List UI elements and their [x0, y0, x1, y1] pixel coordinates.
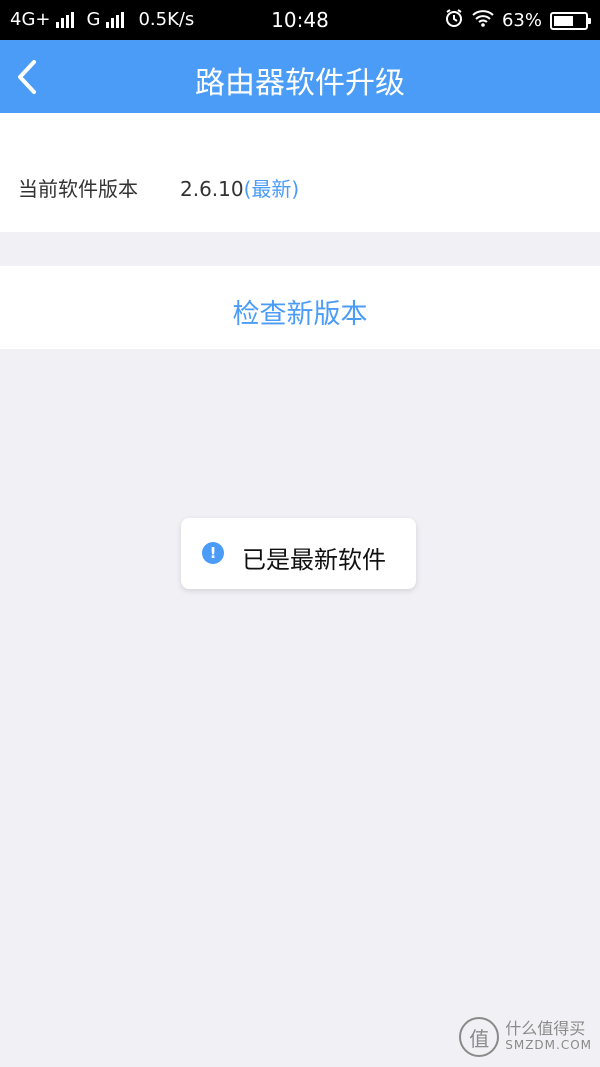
battery-icon [550, 11, 591, 30]
check-new-version-button[interactable]: 检查新版本 [0, 266, 600, 349]
status-bar: 4G+ G 0.5K/s 10:48 63% [0, 0, 600, 40]
wifi-icon [472, 9, 494, 32]
header-bar: 路由器软件升级 [0, 40, 600, 113]
alarm-icon [444, 8, 464, 33]
watermark-title: 什么值得买 [505, 1019, 586, 1038]
toast-message: ! 已是最新软件 [181, 518, 416, 589]
current-version-label: 当前软件版本 [18, 177, 138, 201]
watermark-subtitle: SMZDM.COM [505, 1038, 592, 1052]
watermark: 值 什么值得买 SMZDM.COM [459, 1017, 592, 1057]
version-number: 2.6.10 [180, 177, 244, 201]
check-new-version-label: 检查新版本 [232, 299, 368, 330]
latest-status: (最新) [243, 177, 300, 201]
watermark-logo: 值 [459, 1017, 500, 1057]
info-icon: ! [202, 542, 224, 564]
current-version-row: 当前软件版本 2.6.10(最新) [0, 113, 600, 232]
page-title: 路由器软件升级 [195, 66, 405, 101]
toast-text: 已是最新软件 [242, 546, 386, 574]
battery-percent: 63% [501, 10, 542, 31]
current-version-value: 2.6.10(最新) [180, 173, 299, 202]
